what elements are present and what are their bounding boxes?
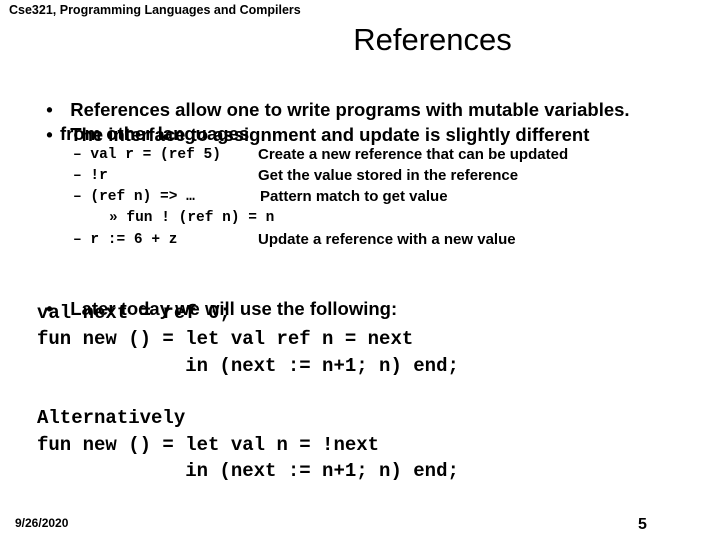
sub-sub-item: » fun ! (ref n) = n xyxy=(109,210,274,226)
slide-title: References xyxy=(353,22,512,57)
page-number: 5 xyxy=(638,516,647,533)
code-line: val next = ref 0; xyxy=(37,302,231,324)
code-snippet: !r xyxy=(90,168,108,184)
dash-marker: – xyxy=(73,189,82,205)
code-line: fun new () = let val ref n = next xyxy=(37,328,414,350)
sub-item-1: – val r = (ref 5) xyxy=(73,147,221,163)
chevron-marker: » xyxy=(109,210,118,226)
code-line: in (next := n+1; n) end; xyxy=(37,460,459,482)
code-snippet: r := 6 + z xyxy=(90,232,178,248)
dash-marker: – xyxy=(73,147,82,163)
dash-marker: – xyxy=(73,232,82,248)
sub-item-2-desc: Get the value stored in the reference xyxy=(258,167,519,184)
code-snippet: val r = (ref 5) xyxy=(90,147,221,163)
code-line: in (next := n+1; n) end; xyxy=(37,355,459,377)
sub-item-2: – !r xyxy=(73,168,108,184)
bullet-2-continuation: from other languages xyxy=(60,123,250,144)
footer-date: 9/26/2020 xyxy=(15,516,69,530)
sub-item-4-desc: Update a reference with a new value xyxy=(258,231,516,248)
dash-marker: – xyxy=(73,168,82,184)
course-header: Cse321, Programming Languages and Compil… xyxy=(9,3,301,17)
code-line: Alternatively xyxy=(37,407,186,429)
sub-item-4: – r := 6 + z xyxy=(73,232,177,248)
sub-item-1-desc: Create a new reference that can be updat… xyxy=(258,146,569,163)
code-snippet: fun ! (ref n) = n xyxy=(126,210,275,226)
code-snippet: (ref n) => … xyxy=(90,189,195,205)
sub-item-3-desc: Pattern match to get value xyxy=(260,188,448,205)
code-line: fun new () = let val n = !next xyxy=(37,434,380,456)
sub-item-3: – (ref n) => … xyxy=(73,189,195,205)
